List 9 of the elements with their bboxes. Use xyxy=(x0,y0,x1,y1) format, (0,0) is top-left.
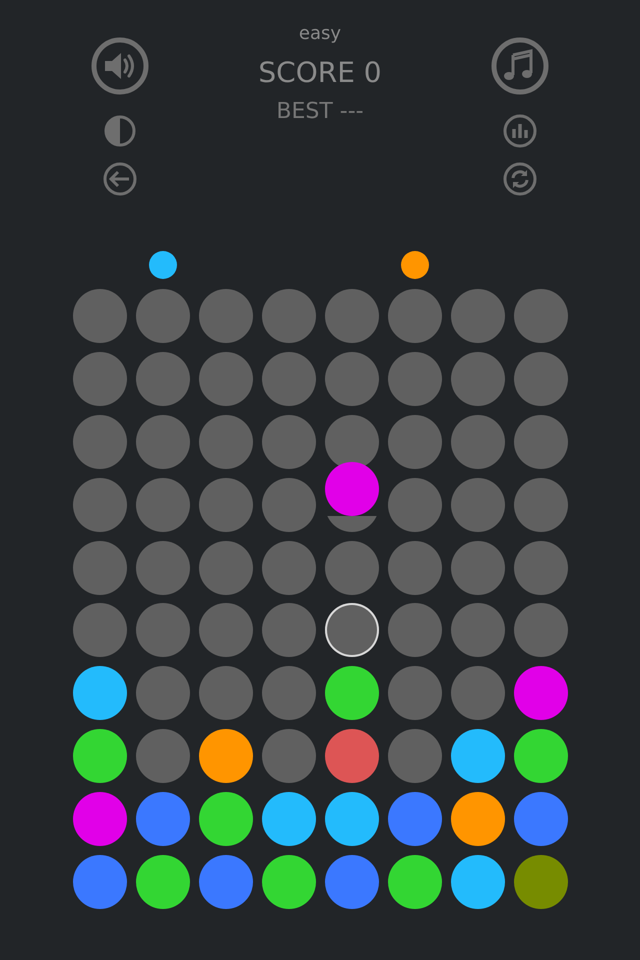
best-score-label: BEST --- xyxy=(276,98,364,126)
refresh-icon[interactable] xyxy=(502,161,538,197)
sound-icon[interactable] xyxy=(91,37,149,95)
music-note-icon[interactable] xyxy=(490,37,549,95)
bar-chart-icon[interactable] xyxy=(502,113,538,149)
score-label: SCORE 0 xyxy=(258,55,382,91)
back-arrow-icon[interactable] xyxy=(102,161,138,197)
contrast-icon[interactable] xyxy=(102,113,138,149)
difficulty-label: easy xyxy=(298,22,342,46)
